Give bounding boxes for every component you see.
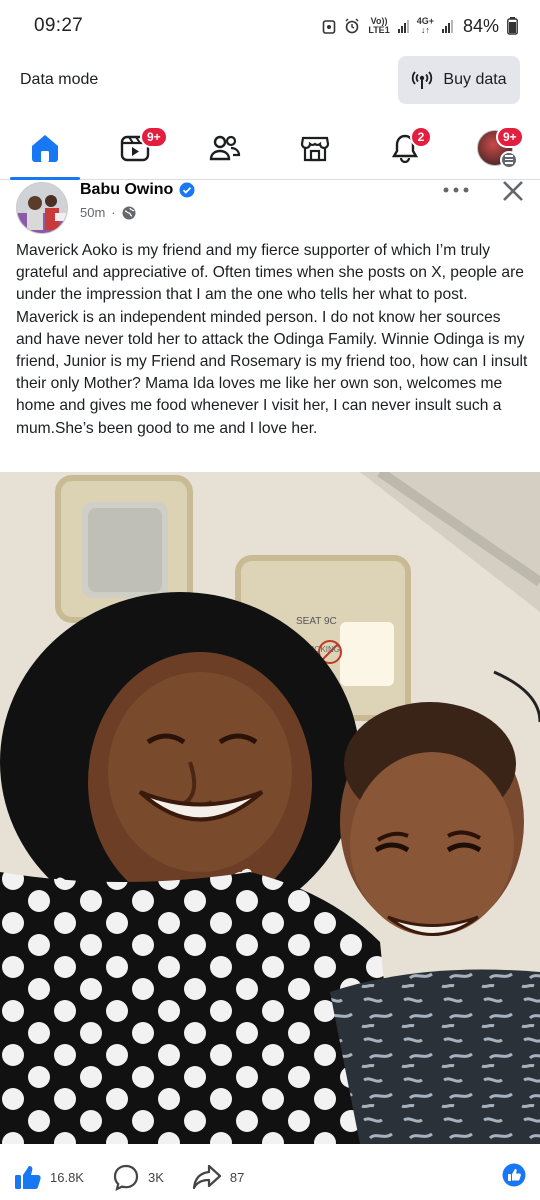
status-time: 09:27 [34, 15, 84, 36]
tab-marketplace[interactable] [270, 116, 360, 179]
notifications-badge: 2 [410, 126, 432, 148]
lock-icon [323, 20, 336, 34]
network-label: 4G+ ↓↑ [416, 16, 434, 35]
tab-menu[interactable]: 9+ [450, 116, 540, 179]
meta-separator: · [111, 205, 116, 220]
data-mode-label: Data mode [20, 71, 99, 88]
post-photo[interactable]: SEAT 9C NO SMOKING [0, 472, 540, 1144]
hide-post-button[interactable] [498, 176, 528, 206]
like-reaction-icon [502, 1163, 526, 1186]
tab-friends[interactable] [180, 116, 270, 179]
video-badge: 9+ [140, 126, 168, 148]
author: Babu Owino [80, 181, 195, 199]
comment-button[interactable]: 3K [112, 1163, 164, 1191]
marketplace-icon [300, 136, 330, 161]
signal-icon-2 [441, 19, 453, 33]
seat-sign: SEAT 9C [296, 616, 337, 627]
battery-percent: 84% [462, 15, 499, 36]
tab-video[interactable]: 9+ [90, 116, 180, 179]
share-count: 87 [229, 1169, 245, 1185]
battery-icon [507, 17, 518, 35]
post-text: Maverick Aoko is my friend and my fierce… [16, 242, 528, 437]
like-icon [15, 1166, 41, 1189]
status-icons: Vo)) LTE1 4G+ ↓↑ 84% [322, 16, 518, 37]
volte-label: Vo)) LTE1 [368, 16, 390, 35]
reaction-summary[interactable] [502, 1163, 526, 1192]
friends-icon [209, 135, 241, 160]
like-button[interactable]: 16.8K [14, 1164, 84, 1190]
home-icon [32, 134, 58, 162]
more-icon [443, 187, 469, 193]
tab-notifications[interactable]: 2 [360, 116, 450, 179]
globe-icon [122, 206, 136, 219]
alarm-icon [345, 18, 359, 34]
broadcast-icon [412, 71, 433, 89]
top-nav: 9+ 2 9+ [0, 116, 540, 180]
signal-icon [397, 19, 409, 33]
comment-count: 3K [147, 1169, 164, 1185]
status-bar: 09:27 Vo)) LTE1 4G+ ↓↑ 84% [0, 0, 540, 52]
reactions-bar: 16.8K 3K 87 [0, 1154, 540, 1200]
post-time[interactable]: 50m [80, 205, 105, 220]
menu-icon [500, 150, 518, 169]
buy-data-label: Buy data [443, 71, 507, 88]
share-icon [192, 1164, 221, 1190]
post-header: Babu Owino 50m · [0, 180, 540, 240]
post-meta: 50m · [80, 205, 136, 220]
author-name[interactable]: Babu Owino [80, 181, 173, 199]
author-avatar[interactable] [16, 182, 68, 234]
verified-badge-icon [179, 182, 195, 198]
more-options-button[interactable] [438, 178, 474, 202]
like-count: 16.8K [50, 1169, 84, 1185]
tab-home[interactable] [0, 116, 90, 180]
comment-icon [113, 1164, 139, 1191]
close-icon [503, 181, 523, 201]
share-button[interactable]: 87 [192, 1164, 244, 1190]
photo-illustration: SEAT 9C NO SMOKING [0, 472, 540, 1144]
menu-badge: 9+ [496, 126, 524, 148]
buy-data-button[interactable]: Buy data [398, 56, 520, 104]
data-mode-bar: Data mode Buy data [0, 52, 540, 108]
